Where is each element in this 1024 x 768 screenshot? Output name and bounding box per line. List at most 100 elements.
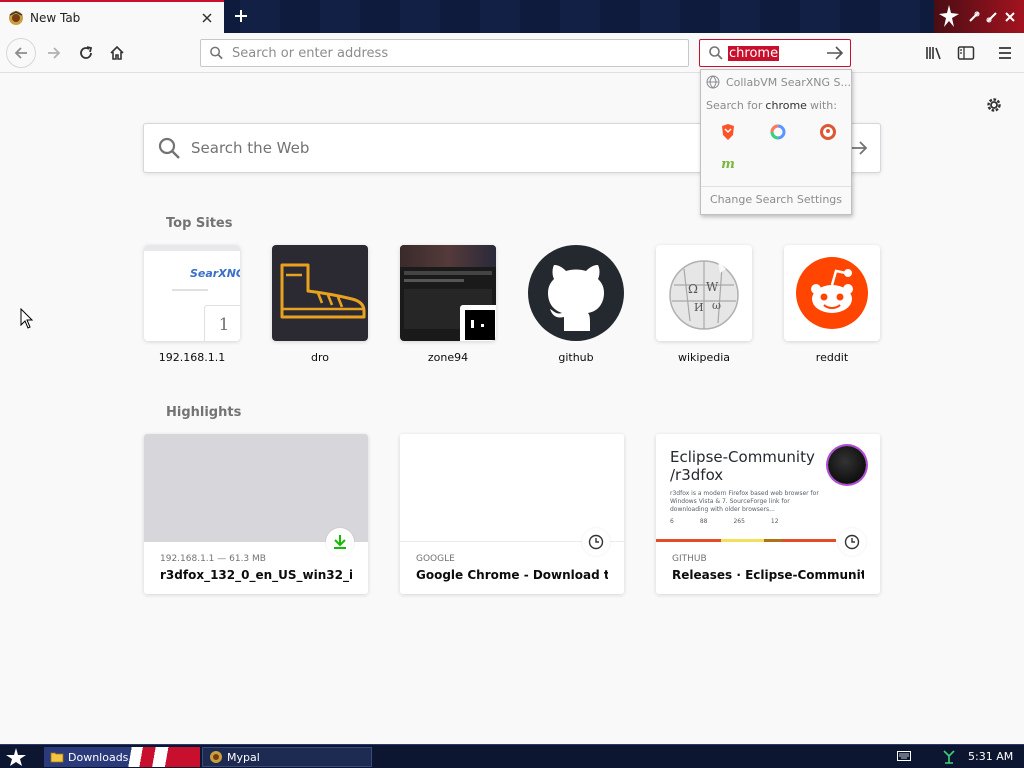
search-for-row: Search for chrome with: (701, 94, 851, 116)
mypal-icon (210, 751, 222, 763)
reload-button[interactable] (72, 39, 100, 67)
taskbar-mypal[interactable]: Mypal (202, 747, 372, 767)
tab-title: New Tab (30, 10, 81, 25)
address-input[interactable] (231, 45, 688, 61)
boot-icon (280, 263, 366, 319)
tab-strip: New Tab (0, 0, 1024, 33)
wikipedia-globe-icon: Ω W И ω (669, 260, 739, 330)
top-site-label: zone94 (427, 351, 469, 364)
top-site-label: dro (311, 351, 329, 364)
searxng-thumb-text: SearXNG (190, 267, 240, 280)
download-icon (326, 528, 354, 556)
top-site-reddit[interactable]: reddit (784, 245, 880, 364)
highlight-thumbnail (144, 434, 368, 542)
brave-icon[interactable] (703, 116, 753, 148)
search-for-prefix: Search for (706, 98, 763, 112)
thumb-stats: 6 88 265 12 (670, 518, 779, 525)
svg-text:W: W (706, 280, 719, 294)
sidebar-button[interactable] (952, 39, 980, 67)
thumb-repo-title: Eclipse-Community /r3dfox (670, 448, 815, 484)
github-icon (528, 245, 624, 341)
svg-text:Ω: Ω (688, 282, 698, 296)
library-button[interactable] (920, 39, 948, 67)
highlight-title: r3dfox_132_0_en_US_win32_inst... (160, 568, 352, 582)
highlight-title: Releases · Eclipse-Community/r3... (672, 568, 864, 582)
highlight-source: GITHUB (672, 554, 707, 564)
close-tab-icon[interactable] (198, 9, 216, 27)
pin-number-badge: 1 (204, 305, 240, 341)
clock-icon (582, 528, 610, 556)
top-site-github[interactable]: github (528, 245, 624, 364)
home-button[interactable] (103, 39, 131, 67)
star-icon (939, 5, 959, 27)
thumb-repo-desc: r3dfox is a modern Firefox based web bro… (670, 490, 819, 513)
start-star-icon[interactable] (5, 747, 27, 767)
new-tab-button[interactable] (228, 3, 254, 29)
taskbar-downloads[interactable]: Downloads (44, 747, 200, 767)
clock-icon (838, 528, 866, 556)
top-site-wikipedia[interactable]: Ω W И ω wikipedia (656, 245, 752, 364)
search-bar[interactable]: chrome (699, 39, 851, 67)
top-site-label: wikipedia (677, 351, 730, 364)
svg-text:ω: ω (712, 299, 721, 312)
top-site-thumbnail (784, 245, 880, 341)
menu-button[interactable] (991, 39, 1019, 67)
language-bar (656, 539, 836, 542)
close-window-icon[interactable] (1004, 11, 1016, 23)
highlight-card-download[interactable]: 192.168.1.1 — 61.3 MB r3dfox_132_0_en_US… (144, 434, 368, 594)
reddit-icon (796, 257, 868, 329)
current-engine-row[interactable]: CollabVM SearXNG S... (701, 70, 851, 94)
taskbar-task-label: Mypal (227, 750, 260, 764)
folder-icon (50, 752, 64, 763)
highlight-card-github[interactable]: Eclipse-Community /r3dfox r3dfox is a mo… (656, 434, 880, 594)
top-site-dro[interactable]: dro (272, 245, 368, 364)
keyboard-icon[interactable] (897, 751, 911, 761)
search-for-term: chrome (765, 98, 807, 112)
gear-icon[interactable] (984, 95, 1004, 115)
svg-text:И: И (694, 301, 704, 314)
top-site-192-168-1-1[interactable]: SearXNG 1 192.168.1.1 (144, 245, 240, 364)
search-for-suffix: with: (809, 98, 837, 112)
highlight-thumbnail (400, 434, 624, 542)
top-site-label: github (558, 351, 594, 364)
address-bar[interactable] (200, 39, 689, 67)
highlight-source: 192.168.1.1 — 61.3 MB (160, 554, 266, 564)
reload-icon (80, 46, 93, 59)
top-site-thumbnail: Ω W И ω (656, 245, 752, 341)
forward-button[interactable] (40, 39, 68, 67)
duckduckgo-icon[interactable] (803, 116, 853, 148)
home-icon (110, 45, 124, 60)
hamburger-menu-icon (999, 47, 1011, 59)
top-sites-title: Top Sites (166, 216, 233, 231)
search-icon (709, 46, 723, 60)
back-button[interactable] (6, 38, 36, 68)
mojeek-icon[interactable]: m (703, 148, 753, 180)
thumb-stat: 6 (670, 518, 674, 525)
highlight-thumbnail: Eclipse-Community /r3dfox r3dfox is a mo… (656, 434, 880, 542)
highlight-card-google[interactable]: GOOGLE Google Chrome - Download the ... (400, 434, 624, 594)
thumb-stat: 88 (699, 518, 708, 525)
taskbar-clock: 5:31 AM (968, 750, 1014, 763)
taskbar-task-label: Downloads (68, 750, 129, 764)
search-engine-popup: CollabVM SearXNG S... Search for chrome … (700, 69, 852, 215)
engine-buttons: m (701, 116, 851, 180)
tab-new-tab[interactable]: New Tab (0, 0, 224, 33)
network-icon[interactable] (942, 749, 956, 765)
minimize-icon[interactable] (968, 11, 980, 23)
qwant-icon[interactable] (753, 116, 803, 148)
library-icon (926, 47, 941, 60)
search-query[interactable]: chrome (728, 45, 780, 61)
globe-icon (706, 75, 720, 89)
top-site-zone94[interactable]: zone94 (400, 245, 496, 364)
top-site-label: 192.168.1.1 (158, 351, 226, 364)
search-icon (158, 137, 180, 159)
change-search-settings[interactable]: Change Search Settings (701, 186, 851, 206)
go-arrow-icon[interactable] (826, 45, 844, 61)
maximize-icon[interactable] (986, 11, 998, 23)
highlight-source: GOOGLE (416, 554, 455, 564)
browser-favicon-icon (9, 10, 23, 25)
arrow-right-icon (48, 47, 61, 59)
top-site-thumbnail: SearXNG 1 (144, 245, 240, 341)
highlights-title: Highlights (166, 405, 242, 420)
plus-icon (235, 10, 247, 22)
